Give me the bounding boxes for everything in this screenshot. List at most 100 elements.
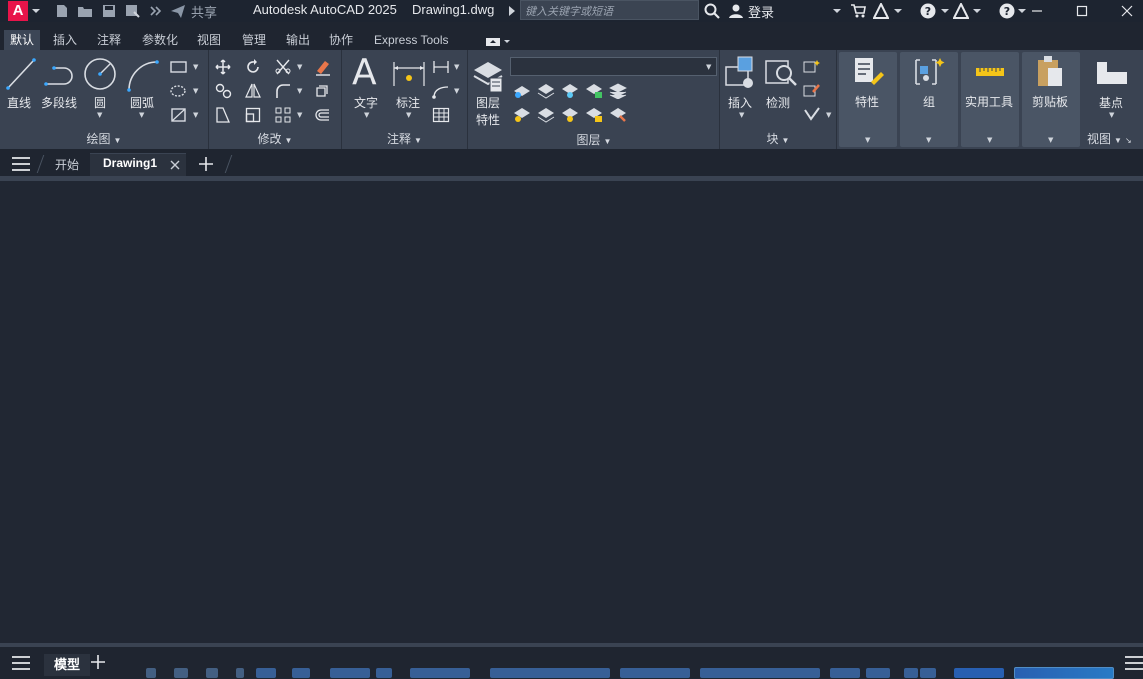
draw-panel-title[interactable]: 绘图 ▼ — [0, 130, 208, 147]
tab-manage[interactable]: 管理 — [236, 30, 272, 50]
open-folder-icon[interactable] — [77, 3, 93, 19]
layer-properties-label-2[interactable]: 特性 — [476, 111, 500, 128]
autodesk-account-icon[interactable] — [953, 3, 969, 19]
layer-dropdown[interactable] — [510, 57, 717, 76]
tab-close-icon[interactable] — [170, 160, 180, 170]
utilities-dropdown-icon[interactable]: ▼ — [987, 136, 992, 144]
clipboard-dropdown-icon[interactable]: ▼ — [1048, 136, 1053, 144]
groups-dropdown-icon[interactable]: ▼ — [926, 136, 931, 144]
maximize-icon[interactable] — [1074, 3, 1090, 19]
new-tab-plus-icon[interactable] — [199, 157, 213, 171]
autodesk-app-icon[interactable] — [873, 3, 889, 19]
layer-properties-icon[interactable] — [472, 56, 504, 94]
polyline-icon[interactable] — [44, 60, 78, 88]
view-panel-title[interactable]: 视图 ▼ ↘ — [1087, 130, 1143, 147]
layer-off-icon[interactable] — [512, 83, 532, 99]
dimension-button-label[interactable]: 标注 — [396, 94, 420, 111]
modify-panel-title[interactable]: 修改 ▼ — [209, 130, 341, 147]
circle-icon[interactable] — [83, 57, 117, 91]
linear-dim-dropdown-icon[interactable]: ▼ — [454, 63, 459, 71]
trim-dropdown-icon[interactable]: ▼ — [297, 63, 302, 71]
tab-output[interactable]: 输出 — [280, 30, 316, 50]
dimension-dropdown-icon[interactable]: ▼ — [406, 111, 411, 119]
insert-block-icon[interactable] — [724, 55, 758, 89]
help-icon[interactable]: ? — [920, 3, 936, 19]
properties-panel[interactable]: 特性 ▼ — [839, 52, 897, 147]
circle-button-label[interactable]: 圆 — [94, 94, 106, 111]
layer-unisolate-icon[interactable] — [536, 107, 556, 123]
dimension-icon[interactable] — [392, 60, 426, 88]
arc-icon[interactable] — [126, 58, 160, 92]
copy-icon[interactable] — [215, 83, 233, 99]
tab-collaborate[interactable]: 协作 — [323, 30, 359, 50]
edit-block-icon[interactable] — [803, 82, 821, 98]
tab-start[interactable]: 开始 — [55, 156, 79, 173]
tab-annotate[interactable]: 注释 — [91, 30, 127, 50]
new-file-icon[interactable] — [54, 3, 70, 19]
ribbon-minimize-toggle-icon[interactable] — [486, 37, 510, 47]
edit-attributes-icon[interactable] — [803, 106, 821, 122]
autocad-logo-icon[interactable]: A — [8, 1, 28, 21]
stretch-icon[interactable] — [215, 107, 231, 123]
search-icon[interactable] — [704, 3, 720, 19]
edit-attributes-dropdown-icon[interactable]: ▼ — [826, 111, 831, 119]
create-block-icon[interactable] — [803, 58, 821, 74]
erase-icon[interactable] — [314, 58, 332, 76]
block-panel-title[interactable]: 块 ▼ — [720, 130, 836, 147]
groups-panel[interactable]: 组 ▼ — [900, 52, 958, 147]
trim-icon[interactable] — [275, 59, 293, 75]
inspect-button-label[interactable]: 检测 — [766, 94, 790, 111]
text-icon[interactable]: A — [352, 52, 377, 93]
properties-button-label[interactable]: 特性 — [855, 93, 879, 110]
scale-icon[interactable] — [245, 107, 261, 123]
leader-dropdown-icon[interactable]: ▼ — [454, 87, 459, 95]
utilities-button-label[interactable]: 实用工具 — [965, 93, 1013, 110]
layer-match-icon[interactable] — [608, 107, 628, 123]
explode-icon[interactable] — [314, 83, 330, 99]
leader-icon[interactable] — [432, 83, 450, 99]
account-chevron-down-icon[interactable] — [973, 7, 981, 15]
tab-view[interactable]: 视图 — [191, 30, 227, 50]
save-as-icon[interactable] — [124, 3, 140, 19]
offset-icon[interactable] — [314, 107, 330, 123]
help-chevron-down-icon[interactable] — [941, 7, 949, 15]
group-icon[interactable] — [912, 56, 946, 88]
tab-default[interactable]: 默认 — [4, 30, 41, 50]
linear-dimension-icon[interactable] — [432, 59, 450, 75]
search-input[interactable]: 键入关键字或短语 — [520, 0, 699, 20]
chevron-right-icon[interactable] — [508, 6, 516, 16]
hatch-dropdown-icon[interactable]: ▼ — [193, 87, 198, 95]
text-button-label[interactable]: 文字 — [354, 94, 378, 111]
arc-button-label[interactable]: 圆弧 — [130, 94, 154, 111]
hamburger-menu-icon[interactable] — [12, 157, 30, 171]
clipboard-button-label[interactable]: 剪贴板 — [1032, 93, 1068, 110]
minimize-icon[interactable] — [1029, 3, 1045, 19]
boundary-icon[interactable] — [170, 107, 188, 123]
layers-panel-title[interactable]: 图层 ▼ — [468, 131, 720, 147]
fillet-dropdown-icon[interactable]: ▼ — [297, 87, 302, 95]
table-icon[interactable] — [432, 107, 450, 123]
insert-button-label[interactable]: 插入 — [728, 94, 752, 111]
circle-dropdown-icon[interactable]: ▼ — [97, 111, 102, 119]
layer-freeze-icon[interactable] — [560, 83, 580, 99]
basepoint-button-label[interactable]: 基点 — [1099, 94, 1123, 111]
array-icon[interactable] — [275, 107, 291, 123]
add-layout-plus-icon[interactable] — [91, 655, 105, 669]
utilities-panel[interactable]: 实用工具 ▼ — [961, 52, 1019, 147]
help2-chevron-down-icon[interactable] — [1018, 7, 1026, 15]
mirror-icon[interactable] — [245, 83, 261, 99]
share-icon[interactable] — [170, 3, 186, 19]
help-secondary-icon[interactable]: ? — [999, 3, 1015, 19]
model-tab[interactable]: 模型 — [44, 654, 91, 676]
login-label[interactable]: 登录 — [748, 2, 774, 21]
line-button-label[interactable]: 直线 — [7, 94, 31, 111]
share-label[interactable]: 共享 — [191, 2, 217, 21]
rectangle-icon[interactable] — [170, 60, 188, 74]
array-dropdown-icon[interactable]: ▼ — [297, 111, 302, 119]
app-chevron-down-icon[interactable] — [894, 7, 902, 15]
basepoint-icon[interactable] — [1095, 60, 1129, 86]
arc-dropdown-icon[interactable]: ▼ — [139, 111, 144, 119]
cart-icon[interactable] — [850, 3, 866, 19]
more-tools-icon[interactable] — [148, 3, 164, 19]
insert-dropdown-icon[interactable]: ▼ — [739, 111, 744, 119]
